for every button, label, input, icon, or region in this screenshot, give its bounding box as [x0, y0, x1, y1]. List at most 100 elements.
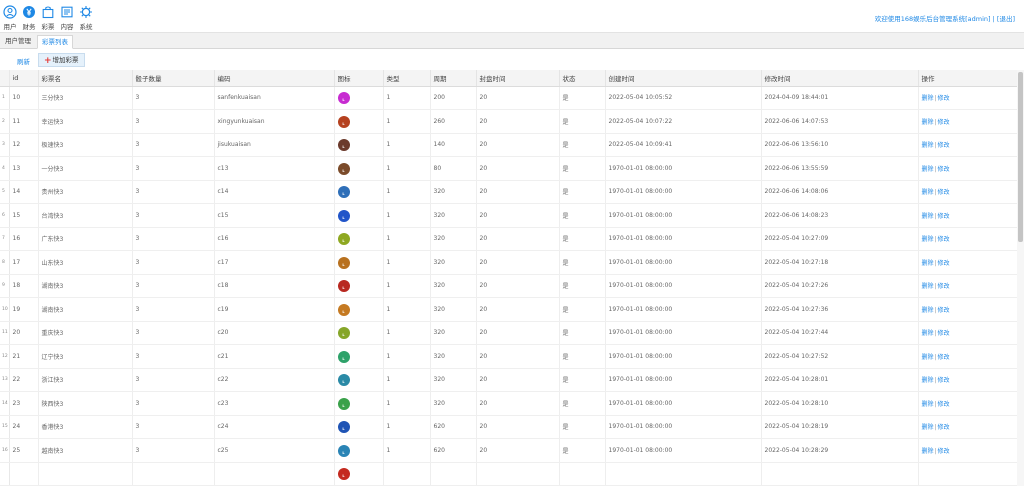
cell-actions: 删除|修改: [918, 180, 1017, 204]
vertical-scrollbar[interactable]: [1017, 70, 1024, 486]
edit-link[interactable]: 修改: [938, 401, 950, 408]
cell-modified: 2022-05-04 10:28:29: [761, 438, 919, 463]
cell-close-time: 20: [476, 133, 560, 157]
edit-link[interactable]: 修改: [938, 142, 950, 149]
table-row[interactable]: 1625越南快33c25 162020是1970-01-01 08:00:0020…: [0, 438, 1017, 463]
delete-link[interactable]: 删除: [922, 119, 934, 126]
table-row[interactable]: 918湖南快33c18 132020是1970-01-01 08:00:00202…: [0, 274, 1017, 298]
delete-link[interactable]: 删除: [922, 424, 934, 431]
delete-link[interactable]: 删除: [922, 377, 934, 384]
table-row[interactable]: 312极速快33jisukuaisan114020是2022-05-04 10:…: [0, 133, 1017, 157]
col-header-code[interactable]: 编码: [214, 70, 335, 87]
table-row[interactable]: 1322浙江快33c22 132020是1970-01-01 08:00:0020…: [0, 368, 1017, 392]
col-header-id[interactable]: id: [9, 70, 39, 87]
cell-lottery-name: 台湾快3: [38, 203, 133, 228]
cell-created: 1970-01-01 08:00:00: [605, 297, 762, 322]
delete-link[interactable]: 删除: [922, 95, 934, 102]
logout-link[interactable]: [退出]: [997, 15, 1015, 23]
table-row[interactable]: 110三分快33sanfenkuaisan120020是2022-05-04 1…: [0, 86, 1017, 110]
welcome-text: 欢迎使用168娱乐后台管理系统: [874, 15, 966, 23]
col-header-status[interactable]: 状态: [559, 70, 606, 87]
tab-user-management[interactable]: 用户管理: [1, 35, 35, 49]
table-row[interactable]: 817山东快33c17 132020是1970-01-01 08:00:00202…: [0, 250, 1017, 275]
cell-actions: 删除|修改: [918, 86, 1017, 110]
col-header-icon[interactable]: 图标: [334, 70, 384, 87]
col-header-type[interactable]: 类型: [383, 70, 431, 87]
admin-link[interactable]: [admin]: [965, 15, 990, 23]
edit-link[interactable]: 修改: [938, 236, 950, 243]
col-header-created[interactable]: 创建时间: [605, 70, 762, 87]
delete-link[interactable]: 删除: [922, 260, 934, 267]
edit-link[interactable]: 修改: [938, 307, 950, 314]
delete-link[interactable]: 删除: [922, 401, 934, 408]
cell-code: c25: [214, 438, 335, 463]
delete-link[interactable]: 删除: [922, 189, 934, 196]
nav-item-lottery[interactable]: 彩票: [39, 3, 57, 31]
nav-item-finance[interactable]: 财务: [20, 3, 38, 31]
add-lottery-button[interactable]: +增加彩票: [38, 53, 85, 67]
edit-link[interactable]: 修改: [938, 354, 950, 361]
edit-link[interactable]: 修改: [938, 95, 950, 102]
cell-dice-count: 3: [132, 133, 215, 157]
edit-link[interactable]: 修改: [938, 283, 950, 290]
cell-close-time: 20: [476, 180, 560, 204]
table-body: 110三分快33sanfenkuaisan120020是2022-05-04 1…: [0, 86, 1017, 486]
edit-link[interactable]: 修改: [938, 377, 950, 384]
edit-link[interactable]: 修改: [938, 448, 950, 455]
delete-link[interactable]: 删除: [922, 213, 934, 220]
delete-link[interactable]: 删除: [922, 330, 934, 337]
cell-id: 20: [9, 321, 39, 345]
action-separator: |: [934, 165, 937, 173]
table-row[interactable]: 514贵州快33c14 132020是1970-01-01 08:00:00202…: [0, 180, 1017, 204]
table-row[interactable]: [0, 462, 1017, 486]
table-row[interactable]: 1120重庆快33c20132020是1970-01-01 08:00:0020…: [0, 321, 1017, 345]
delete-link[interactable]: 删除: [922, 307, 934, 314]
table-row[interactable]: 1524香港快33c24 162020是1970-01-01 08:00:0020…: [0, 415, 1017, 439]
delete-link[interactable]: 删除: [922, 354, 934, 361]
delete-link[interactable]: 删除: [922, 283, 934, 290]
col-header-period[interactable]: 周期: [430, 70, 477, 87]
cell-status: [559, 462, 606, 486]
cell-code: c21: [214, 344, 335, 369]
edit-link[interactable]: 修改: [938, 260, 950, 267]
nav-item-users[interactable]: 用户: [1, 3, 19, 31]
table-row[interactable]: 413一分快33c13 18020是1970-01-01 08:00:002022…: [0, 156, 1017, 181]
col-header-close-time[interactable]: 封盘时间: [476, 70, 560, 87]
nav-item-system[interactable]: 系统: [77, 3, 95, 31]
edit-link[interactable]: 修改: [938, 166, 950, 173]
cell-modified: 2022-05-04 10:28:19: [761, 415, 919, 439]
cell-dice-count: 3: [132, 180, 215, 204]
table-row[interactable]: 1423陕西快33c23 132020是1970-01-01 08:00:0020…: [0, 391, 1017, 416]
nav-item-content[interactable]: 内容: [58, 3, 76, 31]
edit-link[interactable]: 修改: [938, 213, 950, 220]
col-header-dice[interactable]: 骰子数量: [132, 70, 215, 87]
table-row[interactable]: 1221辽宁快33c21 132020是1970-01-01 08:00:0020…: [0, 344, 1017, 369]
cell-type: 1: [383, 415, 431, 439]
tab-lottery-list[interactable]: 彩票列表: [37, 35, 73, 49]
cell-actions: 删除|修改: [918, 227, 1017, 251]
edit-link[interactable]: 修改: [938, 189, 950, 196]
top-header: 用户 财务 彩票 内容 系统 欢迎使用168娱乐后台管理系统[admin] | …: [0, 0, 1024, 33]
delete-link[interactable]: 删除: [922, 448, 934, 455]
table-row[interactable]: 1019湖南快33c19 132020是1970-01-01 08:00:0020…: [0, 297, 1017, 322]
col-header-modified[interactable]: 修改时间: [761, 70, 919, 87]
delete-link[interactable]: 删除: [922, 142, 934, 149]
cell-created: [605, 462, 762, 486]
user-area: 欢迎使用168娱乐后台管理系统[admin] | [退出]: [875, 13, 1015, 23]
delete-link[interactable]: 删除: [922, 236, 934, 243]
table-row[interactable]: 615台湾快33c15 132020是1970-01-01 08:00:00202…: [0, 203, 1017, 228]
delete-link[interactable]: 删除: [922, 166, 934, 173]
edit-link[interactable]: 修改: [938, 424, 950, 431]
add-lottery-label: 增加彩票: [52, 56, 79, 64]
edit-link[interactable]: 修改: [938, 330, 950, 337]
table-row[interactable]: 716广东快33c16 132020是1970-01-01 08:00:00202…: [0, 227, 1017, 251]
cell-dice-count: [132, 462, 215, 486]
action-separator: |: [934, 259, 937, 267]
cell-icon: [334, 109, 384, 134]
cell-type: 1: [383, 368, 431, 392]
edit-link[interactable]: 修改: [938, 119, 950, 126]
table-row[interactable]: 211幸运快33xingyunkuaisan 126020是2022-05-04 …: [0, 109, 1017, 134]
col-header-name[interactable]: 彩票名: [38, 70, 133, 87]
scrollbar-thumb[interactable]: [1018, 72, 1023, 242]
refresh-button[interactable]: 刷新: [17, 56, 30, 66]
